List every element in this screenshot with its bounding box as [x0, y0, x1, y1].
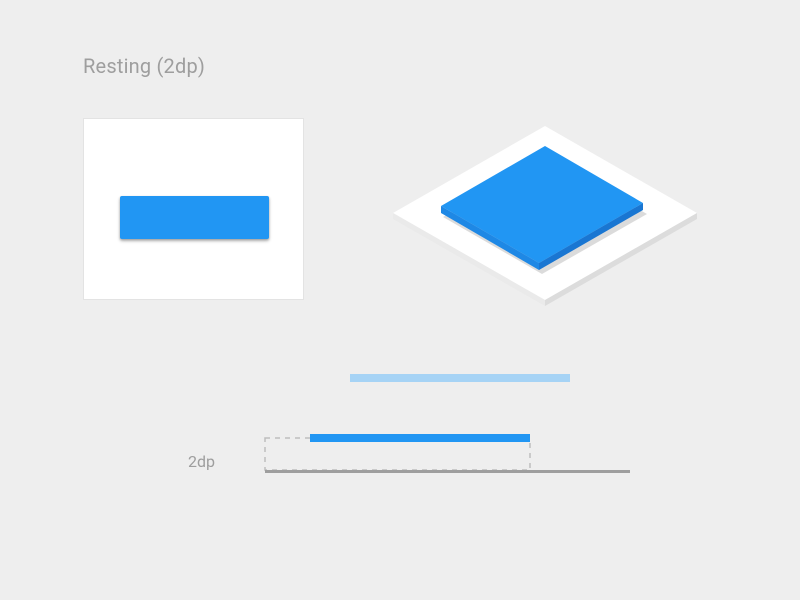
side-button	[310, 434, 530, 442]
isometric-view	[375, 100, 715, 330]
diagram-title: Resting (2dp)	[83, 54, 205, 78]
front-view-surface	[83, 118, 304, 300]
side-elevation-guide	[265, 438, 530, 470]
side-view: 2dp	[230, 370, 650, 505]
side-baseline	[265, 470, 630, 473]
side-surface-back	[350, 374, 570, 382]
front-view-button	[120, 196, 269, 239]
elevation-label: 2dp	[188, 452, 215, 471]
